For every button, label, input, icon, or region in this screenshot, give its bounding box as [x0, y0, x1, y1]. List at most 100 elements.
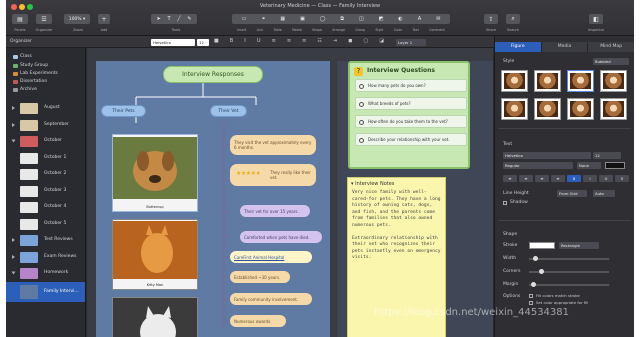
- organizer-button[interactable]: ☰: [36, 14, 52, 24]
- width-slider[interactable]: [529, 256, 609, 261]
- question-item[interactable]: Describe your relationship with your vet…: [355, 133, 467, 146]
- style-thumbnail[interactable]: [600, 98, 627, 120]
- shadow-checkbox[interactable]: [503, 201, 507, 205]
- stroke-color-icon[interactable]: ▢: [363, 38, 368, 46]
- table-icon[interactable]: ▦: [280, 16, 285, 22]
- option-checkbox[interactable]: [529, 301, 533, 305]
- page-item[interactable]: October 3: [6, 183, 85, 200]
- page-item[interactable]: September: [6, 117, 85, 134]
- shape-icon[interactable]: ◯: [320, 16, 326, 22]
- page-item[interactable]: October 1: [6, 150, 85, 167]
- bold-icon[interactable]: B: [567, 175, 581, 182]
- radio-icon[interactable]: [359, 137, 364, 143]
- vet-node-highlight[interactable]: CareFirst Animal Hospital: [230, 251, 312, 263]
- list-icon[interactable]: ☷: [317, 38, 321, 46]
- vet-node[interactable]: Numerous awards.: [230, 315, 286, 327]
- media-icon[interactable]: ▣: [300, 16, 305, 22]
- align-right-icon[interactable]: ≡: [302, 38, 306, 46]
- stroke-shape-select[interactable]: Rectangle: [559, 242, 599, 249]
- vet-node[interactable]: Established ~30 years.: [230, 271, 290, 283]
- vet-node[interactable]: Comforted when pets have died.: [240, 231, 322, 243]
- text-tool-icon[interactable]: T: [168, 16, 171, 22]
- disclosure-icon[interactable]: [12, 254, 15, 259]
- tools-group[interactable]: ➤ T ╱ ✎: [151, 14, 197, 24]
- vet-node[interactable]: Their vet for over 15 years.: [240, 205, 310, 217]
- notebook-item[interactable]: Lab Experiments: [6, 70, 85, 78]
- justify-icon[interactable]: ≡: [551, 175, 565, 182]
- style-thumbnail[interactable]: [567, 70, 594, 92]
- link-icon[interactable]: ⚭: [261, 16, 265, 22]
- inspector-button[interactable]: ◧: [589, 14, 603, 24]
- underline-icon[interactable]: U: [599, 175, 613, 182]
- option-checkbox[interactable]: [529, 294, 533, 298]
- layer-select[interactable]: Layer 1: [396, 38, 426, 46]
- font-none-select[interactable]: None: [577, 162, 601, 169]
- line-tool-icon[interactable]: ╱: [177, 16, 180, 22]
- underline-icon[interactable]: U: [257, 38, 261, 46]
- vet-node[interactable]: Family community involvement.: [230, 293, 312, 305]
- pet-photo-card[interactable]: Buttercup: [112, 134, 198, 212]
- strike-icon[interactable]: S: [615, 175, 629, 182]
- slider-knob[interactable]: [539, 269, 544, 274]
- indent-icon[interactable]: ⇥: [333, 38, 337, 46]
- italic-icon[interactable]: I: [583, 175, 597, 182]
- line-height-auto[interactable]: Auto: [593, 190, 615, 197]
- align-left-icon[interactable]: ≡: [503, 175, 517, 182]
- align-right-icon[interactable]: ≡: [535, 175, 549, 182]
- disclosure-icon[interactable]: [11, 139, 16, 143]
- document-canvas[interactable]: Interview Responses Their Pets Their Vet…: [87, 48, 493, 337]
- tab-media[interactable]: Media: [541, 42, 589, 52]
- page-item[interactable]: Exam Reviews: [6, 249, 85, 266]
- disclosure-icon[interactable]: [12, 106, 15, 110]
- pointer-icon[interactable]: ➤: [156, 16, 160, 22]
- vet-node[interactable]: They visit the vet approximately every 6…: [230, 135, 316, 155]
- pet-photo-card[interactable]: [112, 297, 198, 337]
- question-item[interactable]: What breeds of pets?: [355, 97, 467, 110]
- italic-icon[interactable]: I: [244, 38, 245, 46]
- bold-icon[interactable]: B: [230, 38, 233, 46]
- margin-slider[interactable]: [529, 282, 609, 287]
- page-item[interactable]: Test Reviews: [6, 232, 85, 249]
- font-style-select[interactable]: Regular: [503, 162, 573, 169]
- text-icon[interactable]: A: [418, 16, 421, 22]
- notebook-item[interactable]: Archive: [6, 86, 85, 94]
- style-thumbnail[interactable]: [534, 98, 561, 120]
- notebook-item[interactable]: Class: [6, 52, 85, 62]
- comment-icon[interactable]: ✉: [436, 16, 440, 22]
- font-select[interactable]: Helvetica: [151, 38, 195, 46]
- page-item[interactable]: August: [6, 100, 85, 117]
- group-icon[interactable]: ◫: [359, 16, 364, 22]
- insert-tools-group[interactable]: ▭ ⚭ ▦ ▣ ◯ ⧉ ◫ ◩ ◐ A ✉: [232, 14, 450, 24]
- notebook-item[interactable]: Study Group: [6, 62, 85, 70]
- font-size-field[interactable]: 12: [197, 38, 209, 46]
- slider-knob[interactable]: [533, 256, 538, 261]
- line-height-select[interactable]: From Grid: [557, 190, 587, 197]
- page-item[interactable]: October 2: [6, 166, 85, 183]
- share-button[interactable]: ⇪: [484, 14, 498, 24]
- page-item-selected[interactable]: Family Intervi...: [6, 281, 85, 302]
- insert-icon[interactable]: ▭: [241, 16, 246, 22]
- notebook-item[interactable]: Dissertation: [6, 78, 85, 86]
- disclosure-icon[interactable]: [11, 271, 16, 275]
- radio-icon[interactable]: [359, 101, 364, 107]
- root-node[interactable]: Interview Responses: [163, 66, 263, 83]
- align-center-icon[interactable]: ≡: [519, 175, 533, 182]
- search-button[interactable]: ⌕: [506, 14, 520, 24]
- question-item[interactable]: How many pets do you own?: [355, 79, 467, 92]
- radio-icon[interactable]: [359, 83, 364, 89]
- page-item[interactable]: October 5: [6, 216, 85, 233]
- branch-node-vet[interactable]: Their Vet: [210, 105, 247, 117]
- fill-color-icon[interactable]: ◼: [348, 38, 352, 46]
- style-thumbnail[interactable]: [534, 70, 561, 92]
- add-button[interactable]: +: [98, 14, 110, 24]
- disclosure-icon[interactable]: [12, 238, 15, 242]
- zoom-select[interactable]: 100% ▾: [64, 14, 90, 24]
- style-thumbnail[interactable]: [567, 98, 594, 120]
- branch-node-pets[interactable]: Their Pets: [101, 105, 146, 117]
- style-select[interactable]: Bubbled: [593, 58, 629, 65]
- pet-photo-card[interactable]: Kitty Man: [112, 219, 198, 290]
- tab-figure[interactable]: Figure: [495, 42, 542, 52]
- align-center-icon[interactable]: ≡: [287, 38, 291, 46]
- style-thumbnail[interactable]: [600, 70, 627, 92]
- style-icon[interactable]: ◩: [379, 16, 384, 22]
